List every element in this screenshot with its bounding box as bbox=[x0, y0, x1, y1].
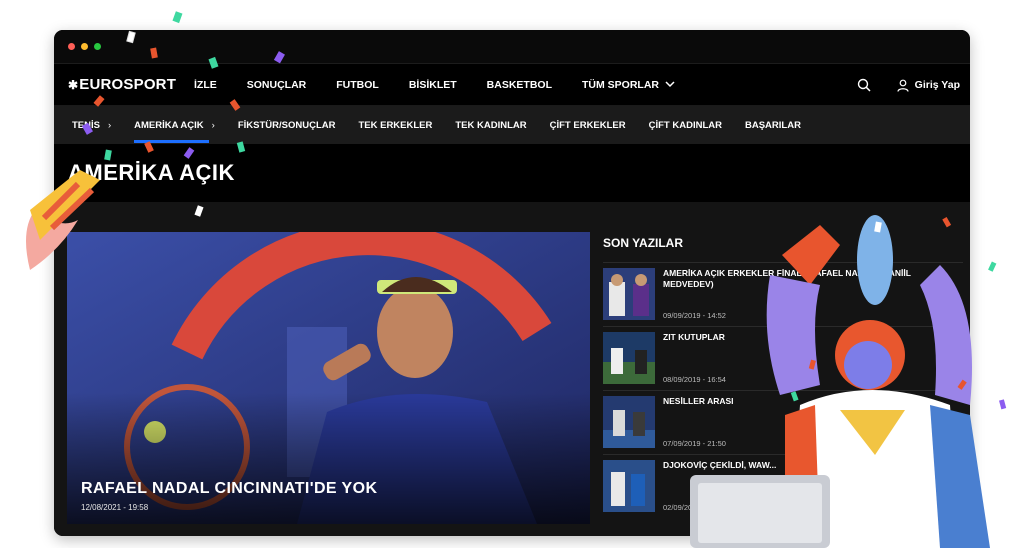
login-label: Giriş Yap bbox=[914, 79, 960, 91]
nav-right: Giriş Yap bbox=[857, 64, 960, 106]
subnav-item-amerika-acik-label: AMERİKA AÇIK bbox=[134, 119, 204, 131]
list-item[interactable]: NESİLLER ARASI 07/09/2019 - 21:50 bbox=[603, 390, 963, 454]
article-thumbnail bbox=[603, 268, 655, 320]
nav-item-tum-sporlar-label: TÜM SPORLAR bbox=[582, 78, 660, 91]
sub-navbar: TENİS › AMERİKA AÇIK › FİKSTÜR/SONUÇLAR … bbox=[54, 106, 970, 144]
star-icon: ✱ bbox=[68, 77, 79, 92]
maximize-window-dot[interactable] bbox=[94, 43, 101, 50]
article-thumbnail bbox=[603, 332, 655, 384]
article-thumbnail bbox=[603, 396, 655, 448]
nav-item-bisiklet[interactable]: BİSİKLET bbox=[409, 79, 457, 91]
subnav-item-tenis[interactable]: TENİS › bbox=[72, 120, 111, 131]
main-navbar: ✱ EUROSPORT İZLE SONUÇLAR FUTBOL BİSİKLE… bbox=[54, 64, 970, 106]
chevron-right-icon: › bbox=[107, 119, 112, 131]
hero-date: 12/08/2021 - 19:58 bbox=[81, 503, 149, 512]
nav-menu: İZLE SONUÇLAR FUTBOL BİSİKLET BASKETBOL … bbox=[194, 79, 705, 91]
article-title: NESİLLER ARASI bbox=[663, 396, 734, 406]
list-item[interactable]: ZIT KUTUPLAR 08/09/2019 - 16:54 bbox=[603, 326, 963, 390]
close-window-dot[interactable] bbox=[68, 43, 75, 50]
subnav-item-fikstur[interactable]: FİKSTÜR/SONUÇLAR bbox=[238, 120, 336, 131]
eurosport-logo[interactable]: ✱ EUROSPORT bbox=[68, 76, 178, 93]
article-thumbnail bbox=[603, 460, 655, 512]
article-date: 08/09/2019 - 16:54 bbox=[663, 375, 726, 384]
subnav-item-cift-kadinlar[interactable]: ÇİFT KADINLAR bbox=[649, 120, 722, 131]
nav-item-izle[interactable]: İZLE bbox=[194, 79, 217, 91]
latest-articles-title: SON YAZILAR bbox=[603, 236, 684, 250]
subnav-item-tek-erkekler[interactable]: TEK ERKEKLER bbox=[358, 120, 432, 131]
browser-window: ✱ EUROSPORT İZLE SONUÇLAR FUTBOL BİSİKLE… bbox=[54, 30, 970, 536]
login-button[interactable]: Giriş Yap bbox=[897, 79, 960, 92]
article-date: 07/09/2019 - 21:50 bbox=[663, 439, 726, 448]
screenshot-stage: ✱ EUROSPORT İZLE SONUÇLAR FUTBOL BİSİKLE… bbox=[0, 0, 1024, 548]
search-icon[interactable] bbox=[857, 78, 871, 92]
subnav-item-tenis-label: TENİS bbox=[72, 119, 100, 131]
article-title: DJOKOVİÇ ÇEKİLDİ, WAW... bbox=[663, 460, 777, 470]
hero-article[interactable]: RAFAEL NADAL CINCINNATI'DE YOK 12/08/202… bbox=[67, 232, 590, 524]
article-title: ZIT KUTUPLAR bbox=[663, 332, 725, 342]
nav-item-basketbol[interactable]: BASKETBOL bbox=[487, 79, 552, 91]
nav-item-tum-sporlar[interactable]: TÜM SPORLAR bbox=[582, 79, 675, 91]
article-title: AMERİKA AÇIK ERKEKLER FİNALİ: RAFAEL NAD… bbox=[663, 268, 911, 289]
chevron-right-icon: › bbox=[211, 119, 215, 131]
subnav-item-amerika-acik[interactable]: AMERİKA AÇIK › bbox=[134, 119, 215, 143]
latest-articles: SON YAZILAR AMERİKA AÇIK ERKEKLER FİNALİ… bbox=[603, 232, 963, 518]
main-content: RAFAEL NADAL CINCINNATI'DE YOK 12/08/202… bbox=[54, 202, 970, 536]
subnav-item-basarilar[interactable]: BAŞARILAR bbox=[745, 120, 801, 131]
page-header: AMERİKA AÇIK bbox=[54, 144, 970, 202]
article-date: 09/09/2019 - 14:52 bbox=[663, 311, 726, 320]
page-title: AMERİKA AÇIK bbox=[68, 160, 235, 185]
list-item[interactable]: AMERİKA AÇIK ERKEKLER FİNALİ: RAFAEL NAD… bbox=[603, 262, 963, 326]
chevron-down-icon bbox=[665, 81, 675, 88]
nav-item-sonuclar[interactable]: SONUÇLAR bbox=[247, 79, 307, 91]
list-item[interactable]: DJOKOVİÇ ÇEKİLDİ, WAW... 02/09/2019 - ..… bbox=[603, 454, 963, 518]
article-date: 02/09/2019 - ... bbox=[663, 503, 714, 512]
logo-text: EUROSPORT bbox=[79, 76, 177, 93]
window-titlebar bbox=[54, 30, 970, 64]
hero-title: RAFAEL NADAL CINCINNATI'DE YOK bbox=[81, 480, 378, 497]
nav-item-futbol[interactable]: FUTBOL bbox=[336, 79, 379, 91]
subnav-item-cift-erkekler[interactable]: ÇİFT ERKEKLER bbox=[550, 120, 626, 131]
subnav-item-tek-kadinlar[interactable]: TEK KADINLAR bbox=[455, 120, 526, 131]
user-icon bbox=[897, 79, 909, 92]
minimize-window-dot[interactable] bbox=[81, 43, 88, 50]
